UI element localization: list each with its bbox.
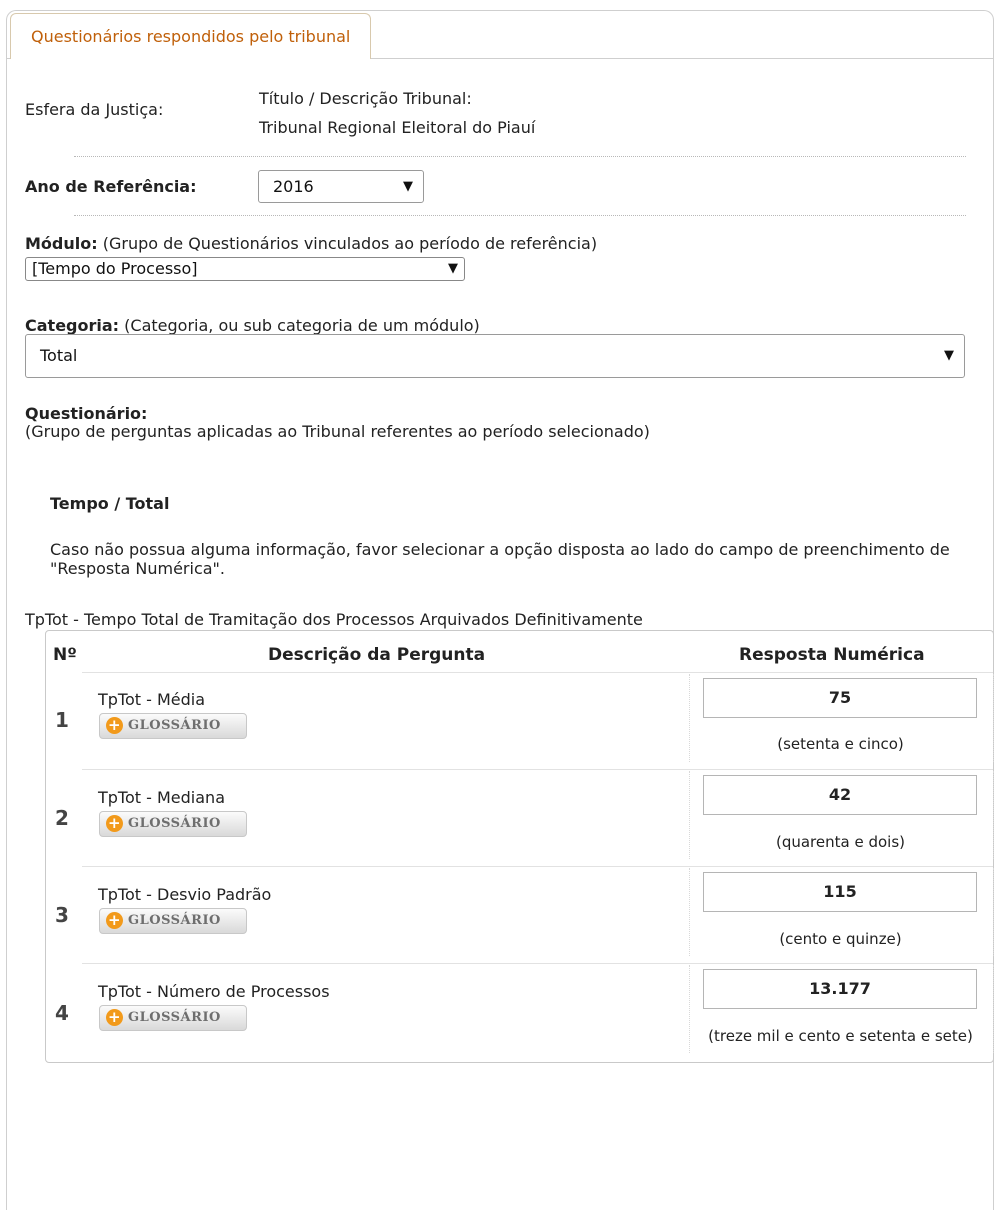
categoria-heading: Categoria: (Categoria, ou sub categoria … — [25, 316, 480, 335]
ano-value: 2016 — [273, 177, 314, 196]
table-row — [82, 866, 993, 867]
divider — [74, 215, 966, 216]
chevron-down-icon: ▼ — [403, 179, 413, 194]
modulo-label: Módulo: — [25, 234, 98, 253]
glossary-label: GLOSSÁRIO — [128, 1010, 221, 1025]
chevron-down-icon: ▼ — [944, 348, 954, 363]
chevron-down-icon: ▼ — [448, 261, 458, 276]
categoria-select[interactable]: Total ▼ — [25, 334, 965, 378]
row-number: 4 — [55, 1001, 69, 1025]
questionario-label: Questionário: — [25, 404, 148, 423]
answer-input[interactable]: 13.177 — [703, 969, 977, 1009]
tribunal-name: Tribunal Regional Eleitoral do Piauí — [259, 118, 536, 137]
glossary-label: GLOSSÁRIO — [128, 718, 221, 733]
table-row — [82, 963, 993, 964]
row-number: 2 — [55, 806, 69, 830]
answer-input[interactable]: 115 — [703, 872, 977, 912]
plus-icon: + — [106, 1008, 123, 1026]
question-text: TpTot - Mediana — [98, 788, 225, 807]
glossary-label: GLOSSÁRIO — [128, 913, 221, 928]
answer-in-words: (treze mil e cento e setenta e sete) — [708, 1027, 973, 1045]
modulo-select[interactable]: [Tempo do Processo] ▼ — [25, 257, 465, 281]
categoria-label: Categoria: — [25, 316, 120, 335]
glossary-button[interactable]: + GLOSSÁRIO — [99, 1005, 247, 1031]
glossary-button[interactable]: + GLOSSÁRIO — [99, 811, 247, 837]
modulo-hint: (Grupo de Questionários vinculados ao pe… — [102, 234, 598, 253]
instructions: Caso não possua alguma informação, favor… — [50, 540, 950, 578]
answer-input[interactable]: 42 — [703, 775, 977, 815]
plus-icon: + — [106, 814, 123, 832]
tab-questionarios[interactable]: Questionários respondidos pelo tribunal — [10, 13, 372, 59]
questions-table: Nº Descrição da Pergunta Resposta Numéri… — [45, 630, 994, 1063]
answer-in-words: (quarenta e dois) — [775, 833, 906, 851]
glossary-label: GLOSSÁRIO — [128, 816, 221, 831]
header-num: Nº — [53, 645, 77, 665]
modulo-value: [Tempo do Processo] — [32, 259, 198, 278]
table-row — [82, 672, 993, 673]
answer-in-words: (cento e quinze) — [779, 930, 902, 948]
header-resposta: Resposta Numérica — [739, 645, 925, 665]
questionario-hint: (Grupo de perguntas aplicadas ao Tribuna… — [25, 422, 650, 441]
esfera-label: Esfera da Justiça: — [25, 100, 164, 119]
ano-select[interactable]: 2016 ▼ — [258, 170, 424, 203]
plus-icon: + — [106, 911, 123, 929]
answer-in-words: (setenta e cinco) — [777, 735, 904, 753]
table-row — [82, 769, 993, 770]
categoria-value: Total — [40, 346, 78, 365]
plus-icon: + — [106, 716, 123, 734]
question-text: TpTot - Média — [98, 690, 206, 709]
titulo-label: Título / Descrição Tribunal: — [259, 89, 472, 108]
modulo-heading: Módulo: (Grupo de Questionários vinculad… — [25, 234, 597, 253]
divider — [74, 156, 966, 157]
question-text: TpTot - Desvio Padrão — [98, 885, 272, 904]
glossary-button[interactable]: + GLOSSÁRIO — [99, 713, 247, 739]
row-number: 3 — [55, 903, 69, 927]
row-number: 1 — [55, 708, 69, 732]
answer-input[interactable]: 75 — [703, 678, 977, 718]
glossary-button[interactable]: + GLOSSÁRIO — [99, 908, 247, 934]
categoria-hint: (Categoria, ou sub categoria de um módul… — [124, 316, 480, 335]
ano-label: Ano de Referência: — [25, 177, 197, 196]
table-caption: TpTot - Tempo Total de Tramitação dos Pr… — [25, 610, 643, 629]
question-text: TpTot - Número de Processos — [98, 982, 330, 1001]
section-title: Tempo / Total — [50, 494, 170, 513]
header-descricao: Descrição da Pergunta — [268, 645, 486, 665]
